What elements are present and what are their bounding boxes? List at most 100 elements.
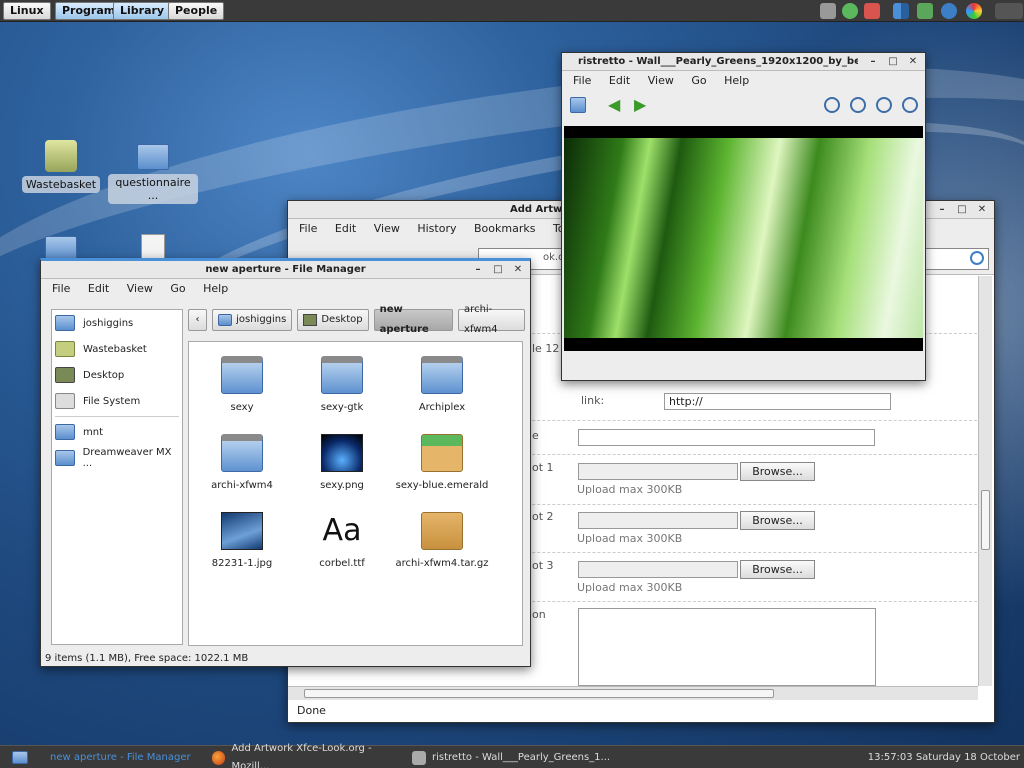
zoom-fit-icon[interactable] [876,97,892,113]
file-item[interactable]: 82231-1.jpg [192,512,292,569]
document-icon [141,234,165,260]
breadcrumb-archi-xfwm4[interactable]: archi-xfwm4 [458,304,525,335]
forward-arrow-icon[interactable]: ▶ [634,97,650,113]
people-menu-button[interactable]: People [168,2,225,20]
back-arrow-icon[interactable]: ◀ [608,97,624,113]
sidebar-item-mnt[interactable]: mnt [52,419,182,445]
browse-button-3[interactable]: Browse... [740,560,815,579]
breadcrumb-back-button[interactable]: ‹ [188,309,208,331]
scrollbar-thumb[interactable] [304,689,774,698]
field-label: on [532,608,546,621]
horizontal-scrollbar[interactable] [288,686,978,700]
close-icon[interactable]: ✕ [905,53,921,71]
menu-go[interactable]: Go [691,74,706,87]
file-manager-titlebar[interactable]: new aperture - File Manager – □ ✕ [41,261,530,279]
sidebar-item-wastebasket[interactable]: Wastebasket [52,336,182,362]
menu-file[interactable]: File [573,74,591,87]
zoom-100-icon[interactable] [902,97,918,113]
browse-button-2[interactable]: Browse... [740,511,815,530]
zoom-out-icon[interactable] [850,97,866,113]
upload-hint: Upload max 300KB [577,483,683,496]
file-icon-view: sexy sexy-gtk Archiplex archi-xfwm4 sexy… [188,341,523,646]
menu-file[interactable]: File [52,282,70,295]
taskbar-task-browser[interactable]: Add Artwork Xfce-Look.org - Mozill... [212,743,406,768]
close-icon[interactable]: ✕ [510,261,526,279]
breadcrumb-new-aperture[interactable]: new aperture [373,304,454,335]
folder-icon [137,144,169,170]
file-item[interactable]: archi-xfwm4 [192,434,292,491]
minimize-icon[interactable]: – [865,53,881,71]
link-label: link: [581,394,605,407]
clock: 13:57:03 Saturday 18 October [867,752,1020,763]
sidebar-item-filesystem[interactable]: File System [52,388,182,414]
link-input[interactable]: http:// [664,393,891,410]
chat-icon[interactable] [917,3,933,19]
field-label: e [532,429,539,442]
image-viewer-titlebar[interactable]: ristretto - Wall___Pearly_Greens_1920x12… [562,53,925,71]
file-item[interactable]: sexy [192,356,292,413]
sidebar-item-dreamweaver[interactable]: Dreamweaver MX ... [52,445,182,471]
minimize-icon[interactable]: – [934,201,950,219]
places-sidebar: joshiggins Wastebasket Desktop File Syst… [51,309,183,645]
taskbar: new aperture - File Manager Add Artwork … [0,743,1024,768]
search-icon[interactable] [941,3,957,19]
screenshot-3-file-input[interactable] [578,561,738,578]
browser-icon[interactable] [966,3,982,19]
menu-help[interactable]: Help [724,74,749,87]
status-icon[interactable] [842,3,858,19]
zoom-in-icon[interactable] [824,97,840,113]
menu-bookmarks[interactable]: Bookmarks [474,222,535,235]
menu-go[interactable]: Go [170,282,185,295]
desktop-icon-questionnaire[interactable]: questionnaire ... [108,140,198,204]
taskbar-task-file-manager[interactable]: new aperture - File Manager [36,749,202,767]
menu-help[interactable]: Help [203,282,228,295]
signal-icon[interactable] [893,3,909,19]
search-icon[interactable] [970,251,984,265]
sidebar-item-desktop[interactable]: Desktop [52,362,182,388]
grass-wallpaper-image [564,138,923,338]
file-item[interactable]: Archiplex [392,356,492,413]
sidebar-item-home[interactable]: joshiggins [52,310,182,336]
screenshot-1-file-input[interactable] [578,463,738,480]
file-item[interactable]: archi-xfwm4.tar.gz [392,512,492,569]
browse-button-1[interactable]: Browse... [740,462,815,481]
linux-menu-button[interactable]: Linux [3,2,51,20]
menu-edit[interactable]: Edit [88,282,109,295]
text-input[interactable] [578,429,875,446]
field-label: le 12 [532,342,560,355]
show-desktop-icon[interactable] [12,751,28,764]
desktop-icon-wastebasket[interactable]: Wastebasket [16,140,106,193]
menu-view[interactable]: View [374,222,400,235]
taskbar-task-ristretto[interactable]: ristretto - Wall___Pearly_Greens_1... [412,749,612,767]
vertical-scrollbar[interactable] [978,276,992,686]
screenshot-2-file-input[interactable] [578,512,738,529]
maximize-icon[interactable]: □ [885,53,901,71]
breadcrumb-desktop[interactable]: Desktop [297,309,369,331]
breadcrumb-joshiggins[interactable]: joshiggins [212,309,293,331]
breadcrumb: ‹ joshiggins Desktop new aperture archi-… [188,304,530,335]
close-session-icon[interactable] [995,3,1023,19]
file-item[interactable]: Aa corbel.ttf [292,512,392,569]
camera-icon[interactable] [820,3,836,19]
description-textarea[interactable] [578,608,876,686]
folder-icon [221,434,263,472]
thumbnail-bar [564,352,923,378]
image-thumbnail-icon [221,512,263,550]
menu-file[interactable]: File [299,222,317,235]
menu-view[interactable]: View [648,74,674,87]
menu-edit[interactable]: Edit [609,74,630,87]
open-folder-icon[interactable] [570,97,586,113]
menu-view[interactable]: View [127,282,153,295]
scrollbar-thumb[interactable] [981,490,990,550]
maximize-icon[interactable]: □ [490,261,506,279]
file-item[interactable]: sexy.png [292,434,392,491]
file-item[interactable]: sexy-blue.emerald [392,434,492,491]
users-icon[interactable] [864,3,880,19]
close-icon[interactable]: ✕ [974,201,990,219]
file-item[interactable]: sexy-gtk [292,356,392,413]
maximize-icon[interactable]: □ [954,201,970,219]
menu-history[interactable]: History [417,222,456,235]
library-menu-button[interactable]: Library [113,2,172,20]
menu-edit[interactable]: Edit [335,222,356,235]
minimize-icon[interactable]: – [470,261,486,279]
